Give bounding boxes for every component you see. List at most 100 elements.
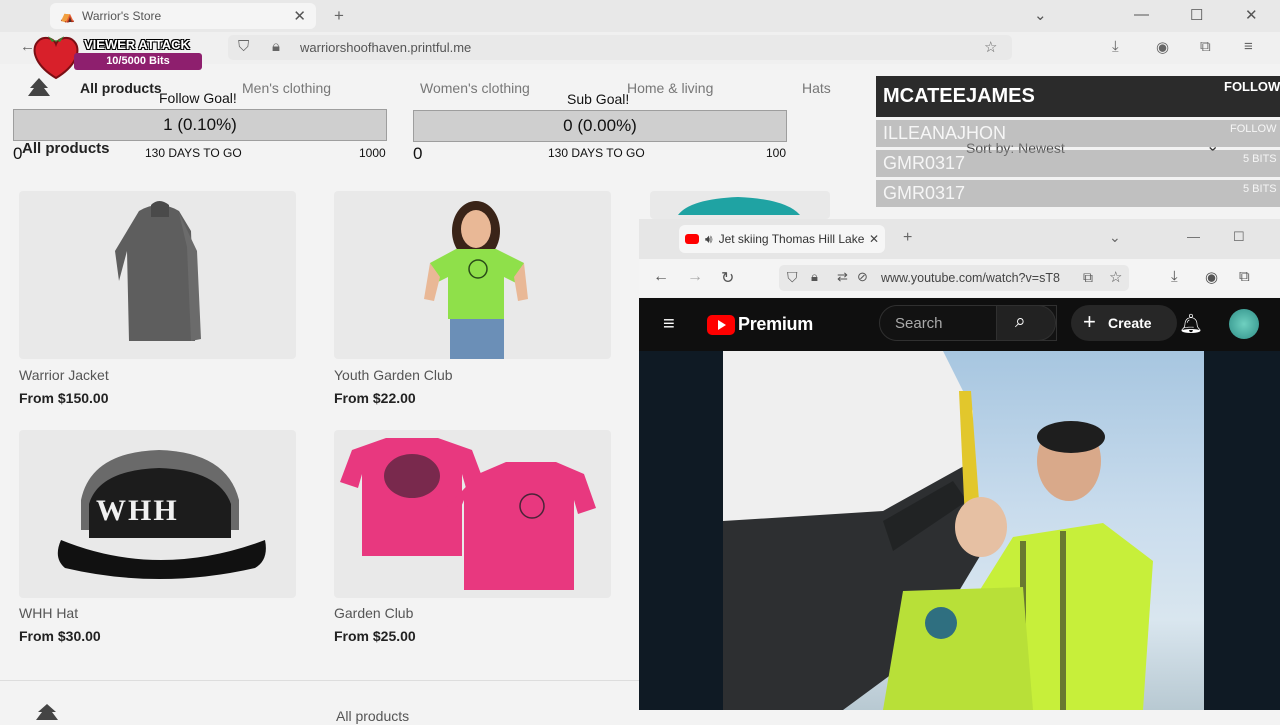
follow-goal-target: 1000 [359, 146, 386, 160]
alert-row: MCATEEJAMES FOLLOW [876, 76, 1280, 117]
follow-goal-start: 0 [13, 144, 23, 163]
tab-title: Warrior's Store [82, 9, 162, 23]
nav-all-products[interactable]: All products [80, 80, 162, 96]
follow-goal-title: Follow Goal! [159, 90, 237, 106]
bookmark-star-icon[interactable]: ☆ [1109, 268, 1122, 286]
product-name[interactable]: Youth Garden Club [334, 367, 453, 383]
create-label: Create [1108, 315, 1152, 331]
store-favicon-icon: ⛺ [60, 9, 75, 23]
product-name[interactable]: WHH Hat [19, 605, 78, 621]
viewer-attack-progress: 10/5000 Bits [74, 53, 202, 70]
address-bar[interactable]: warriorshoofhaven.printful.me [228, 35, 1012, 60]
shield-icon[interactable]: ⛉ [787, 269, 798, 286]
sub-goal-bar: 0 (0.00%) [413, 110, 787, 142]
nav-mens-clothing[interactable]: Men's clothing [242, 80, 331, 96]
footer-logo[interactable] [32, 702, 62, 720]
account-icon[interactable]: ◉ [1205, 268, 1218, 286]
product-price: From $25.00 [334, 628, 416, 644]
alert-username: ILLEANAJHON [883, 123, 1007, 143]
footer-link-all-products[interactable]: All products [336, 708, 409, 724]
close-tab-icon[interactable]: ✕ [869, 232, 879, 246]
plus-icon: + [1083, 309, 1096, 334]
yt-url-text: www.youtube.com/watch?v=sT8 [881, 271, 1060, 285]
follow-goal-bar: 1 (0.10%) [13, 109, 387, 141]
back-arrow-icon[interactable]: ← [653, 268, 669, 286]
product-name[interactable]: Warrior Jacket [19, 367, 109, 383]
new-tab-button[interactable]: + [334, 6, 344, 26]
alert-type: 5 BITS [1243, 153, 1277, 165]
follow-goal-days: 130 DAYS TO GO [145, 146, 242, 160]
lock-icon[interactable]: 🔒︎ [811, 269, 818, 285]
alert-username: GMR0317 [883, 153, 966, 173]
viewer-attack-title: VIEWER ATTACK [84, 37, 190, 52]
sub-goal-days: 130 DAYS TO GO [548, 146, 645, 160]
picture-in-picture-icon[interactable]: ⧉ [1083, 269, 1093, 286]
tab-list-chevron-icon[interactable]: ⌄ [1034, 6, 1047, 24]
forward-arrow-icon[interactable]: → [687, 268, 703, 286]
youtube-logo-icon[interactable] [707, 315, 735, 335]
downloads-icon[interactable]: ⤓ [1112, 38, 1119, 55]
hamburger-menu-icon[interactable]: ≡ [663, 313, 675, 336]
bookmark-star-icon[interactable]: ☆ [984, 38, 997, 56]
create-button[interactable]: + Create [1071, 305, 1177, 341]
search-icon: ⌕ [1015, 311, 1026, 332]
alert-row: ILLEANAJHON FOLLOW [876, 120, 1280, 147]
hat-logo-text: WHH [96, 494, 179, 527]
nav-home-living[interactable]: Home & living [627, 80, 713, 96]
product-name[interactable]: Garden Club [334, 605, 413, 621]
alert-username: MCATEEJAMES [883, 85, 1035, 107]
url-text: warriorshoofhaven.printful.me [300, 40, 472, 55]
sub-goal-title: Sub Goal! [567, 91, 630, 107]
tab-warriors-store[interactable]: ⛺ Warrior's Store ✕ [50, 3, 316, 29]
player-right-bar [1204, 351, 1280, 710]
nav-hats[interactable]: Hats [802, 80, 831, 96]
close-window-button[interactable]: ✕ [1245, 6, 1258, 24]
search-placeholder: Search [895, 315, 943, 332]
notifications-bell-icon[interactable]: 🔔︎ [1179, 312, 1203, 336]
tab-list-chevron-icon[interactable]: ⌄ [1109, 229, 1121, 246]
shield-icon[interactable]: ⛉ [238, 38, 249, 55]
audio-playing-icon[interactable]: 🔊︎ [705, 232, 713, 247]
youtube-browser-window: 🔊︎ Jet skiing Thomas Hill Lake ✕ + ⌄ — ☐… [639, 219, 1280, 710]
product-image-warrior-jacket[interactable] [19, 191, 296, 359]
maximize-button[interactable]: ☐ [1233, 229, 1245, 245]
reload-icon[interactable]: ↻ [721, 268, 734, 288]
product-price: From $30.00 [19, 628, 101, 644]
product-image-partial[interactable] [650, 191, 830, 219]
menu-icon[interactable]: ≡ [1244, 38, 1253, 55]
alert-row: GMR0317 5 BITS [876, 180, 1280, 207]
downloads-icon[interactable]: ⤓ [1171, 268, 1178, 285]
player-left-bar [639, 351, 723, 710]
alert-type: 5 BITS [1243, 183, 1277, 195]
product-price: From $150.00 [19, 390, 109, 406]
lock-icon[interactable]: 🔒︎ [272, 38, 280, 55]
minimize-button[interactable]: — [1187, 229, 1200, 244]
yt-search-button[interactable]: ⌕ [996, 305, 1056, 341]
footer-divider [0, 680, 640, 681]
page-heading: All products [22, 140, 110, 157]
alert-row: GMR0317 5 BITS [876, 150, 1280, 177]
avatar[interactable] [1229, 309, 1259, 339]
product-price: From $22.00 [334, 390, 416, 406]
alert-username: GMR0317 [883, 183, 966, 203]
permissions-icon[interactable]: ⇄ [837, 269, 848, 285]
alert-type: FOLLOW [1224, 79, 1280, 94]
new-tab-button[interactable]: + [903, 229, 912, 247]
account-icon[interactable]: ◉ [1156, 38, 1169, 56]
maximize-button[interactable]: ☐ [1190, 6, 1203, 24]
extensions-icon[interactable]: ⧉ [1239, 268, 1250, 285]
sub-goal-target: 100 [766, 146, 787, 160]
nav-womens-clothing[interactable]: Women's clothing [420, 80, 530, 96]
yt-tab-title: Jet skiing Thomas Hill Lake [718, 232, 865, 246]
minimize-button[interactable]: — [1134, 6, 1149, 23]
product-image-youth-garden-club[interactable] [334, 191, 611, 359]
product-image-garden-club[interactable] [334, 430, 611, 598]
yt-address-bar[interactable]: www.youtube.com/watch?v=sT8 [779, 265, 1129, 291]
youtube-premium-label[interactable]: Premium [738, 314, 813, 335]
video-player[interactable] [723, 351, 1204, 710]
close-tab-icon[interactable]: ✕ [293, 7, 306, 25]
youtube-favicon-icon [685, 234, 699, 244]
autoplay-blocked-icon[interactable]: ⊘ [857, 269, 868, 285]
tab-youtube-video[interactable]: 🔊︎ Jet skiing Thomas Hill Lake ✕ [679, 225, 885, 253]
extensions-icon[interactable]: ⧉ [1200, 38, 1211, 55]
